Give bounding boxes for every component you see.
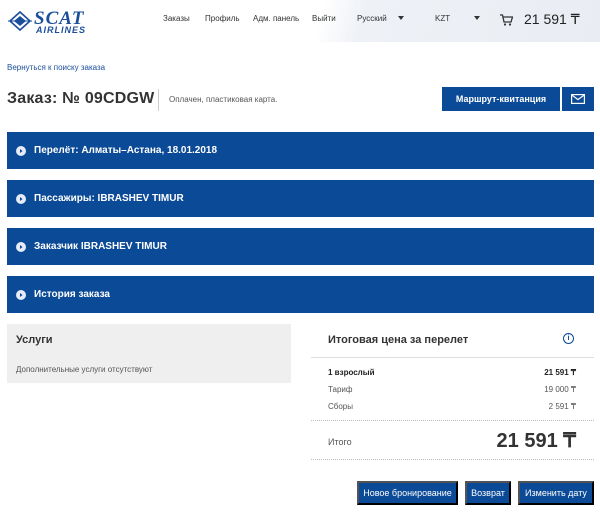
title-divider (158, 89, 159, 111)
nav-logout[interactable]: Выйти (312, 14, 336, 23)
itinerary-receipt-button[interactable]: Маршрут-квитанция (442, 87, 560, 111)
payment-status: Оплачен, пластиковая карта. (169, 95, 278, 104)
price-divider (311, 420, 594, 421)
scat-airlines-logo[interactable]: SCAT AIRLINES (6, 8, 110, 35)
price-row-value: 19 000 ₸ (544, 385, 576, 394)
change-date-button[interactable]: Изменить дату (518, 481, 594, 505)
section-order-history-label: История заказа (34, 289, 110, 300)
price-summary-panel: Итоговая цена за перелет i 1 взрослый 21… (311, 324, 594, 461)
price-row-label: 1 взрослый (328, 368, 375, 377)
refund-button[interactable]: Возврат (465, 481, 511, 505)
envelope-icon (571, 94, 585, 104)
price-title: Итоговая цена за перелет (328, 334, 469, 346)
order-title: Заказ: № 09CDGW (7, 90, 155, 107)
section-order-history[interactable]: История заказа (7, 276, 594, 313)
price-row-label: Сборы (328, 402, 354, 411)
nav-orders[interactable]: Заказы (163, 14, 190, 23)
price-row-value: 2 591 ₸ (548, 402, 576, 411)
new-booking-button[interactable]: Новое бронирование (357, 481, 458, 505)
chevron-right-icon (16, 145, 26, 156)
chevron-right-icon (16, 241, 26, 252)
section-passengers-label: Пассажиры: IBRASHEV TIMUR (34, 193, 184, 204)
info-icon[interactable]: i (563, 333, 574, 344)
price-divider (311, 357, 594, 358)
services-empty-text: Дополнительные услуги отсутствуют (16, 365, 153, 374)
currency-chevron-down-icon[interactable] (474, 16, 480, 20)
price-divider (311, 459, 594, 460)
cart-icon[interactable] (500, 14, 513, 26)
price-row-label: Тариф (328, 385, 353, 394)
nav-admin-panel[interactable]: Адм. панель (253, 14, 299, 23)
total-label: Итого (328, 437, 352, 447)
nav-profile[interactable]: Профиль (205, 14, 240, 23)
chevron-right-icon (16, 193, 26, 204)
cart-total[interactable]: 21 591 ₸ (524, 11, 580, 28)
section-customer-label: Заказчик IBRASHEV TIMUR (34, 241, 167, 252)
top-header: SCAT AIRLINES Заказы Профиль Адм. панель… (0, 0, 600, 42)
scat-logo-icon (8, 10, 32, 32)
currency-select[interactable]: KZT (435, 14, 450, 23)
logo-sub-text: AIRLINES (36, 25, 87, 35)
email-receipt-button[interactable] (562, 87, 594, 111)
services-panel: Услуги Дополнительные услуги отсутствуют (7, 324, 291, 383)
section-flight-label: Перелёт: Алматы–Астана, 18.01.2018 (34, 145, 218, 156)
language-chevron-down-icon[interactable] (398, 16, 404, 20)
section-customer[interactable]: Заказчик IBRASHEV TIMUR (7, 228, 594, 265)
language-select[interactable]: Русский (357, 14, 387, 23)
price-row-value: 21 591 ₸ (544, 368, 576, 377)
section-flight[interactable]: Перелёт: Алматы–Астана, 18.01.2018 (7, 132, 594, 169)
chevron-right-icon (16, 289, 26, 300)
section-passengers[interactable]: Пассажиры: IBRASHEV TIMUR (7, 180, 594, 217)
services-title: Услуги (16, 334, 53, 346)
total-value: 21 591 ₸ (496, 430, 576, 452)
back-to-search-link[interactable]: Вернуться к поиску заказа (7, 63, 105, 72)
